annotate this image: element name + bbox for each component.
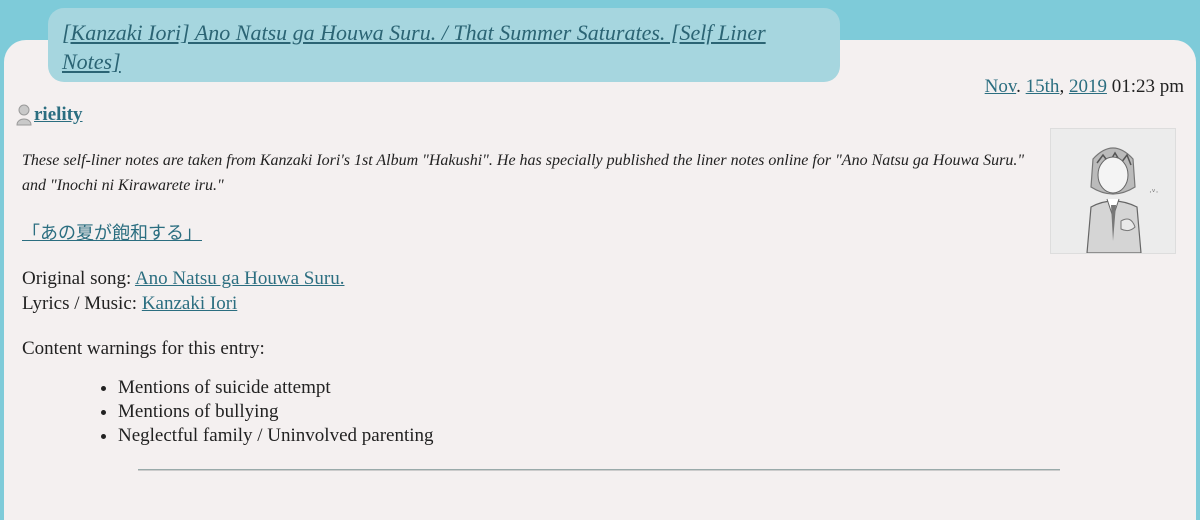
original-song-link[interactable]: Ano Natsu ga Houwa Suru. (135, 268, 345, 289)
date-month-link[interactable]: Nov (985, 76, 1017, 97)
song-meta: Original song: Ano Natsu ga Houwa Suru. … (22, 266, 344, 316)
list-item: Mentions of bullying (118, 400, 434, 424)
date-day-link[interactable]: 15th (1026, 76, 1060, 97)
user-icon[interactable] (16, 104, 32, 126)
list-item: Neglectful family / Uninvolved parenting (118, 424, 434, 448)
list-item: Mentions of suicide attempt (118, 376, 434, 400)
entry-time: 01:23 pm (1106, 76, 1184, 97)
date-year-link[interactable]: 2019 (1069, 76, 1107, 97)
entry-title-link[interactable]: [Kanzaki Iori] Ano Natsu ga Houwa Suru. … (62, 20, 766, 74)
content-warnings-title: Content warnings for this entry: (22, 338, 265, 359)
svg-text:·ᵛ·: ·ᵛ· (1149, 188, 1158, 198)
original-song-label: Original song: (22, 268, 135, 289)
lyrics-row: Lyrics / Music: Kanzaki Iori (22, 291, 344, 316)
date-separator: , (1059, 76, 1069, 97)
username-link[interactable]: rielity (34, 104, 83, 126)
entry-datetime: Nov. 15th, 2019 01:23 pm (985, 76, 1184, 98)
content-warnings-list: Mentions of suicide attempt Mentions of … (72, 376, 434, 448)
divider (138, 469, 1060, 471)
entry-author: rielity (16, 104, 83, 126)
date-separator: . (1016, 76, 1026, 97)
entry-title-box: [Kanzaki Iori] Ano Natsu ga Houwa Suru. … (48, 8, 840, 82)
original-song-row: Original song: Ano Natsu ga Houwa Suru. (22, 266, 344, 291)
song-title-link[interactable]: 「あの夏が飽和する」 (22, 219, 202, 245)
lyrics-link[interactable]: Kanzaki Iori (142, 293, 237, 314)
avatar-image: ·ᵛ· (1050, 128, 1176, 254)
intro-text: These self-liner notes are taken from Ka… (22, 152, 1025, 194)
lyrics-label: Lyrics / Music: (22, 293, 142, 314)
